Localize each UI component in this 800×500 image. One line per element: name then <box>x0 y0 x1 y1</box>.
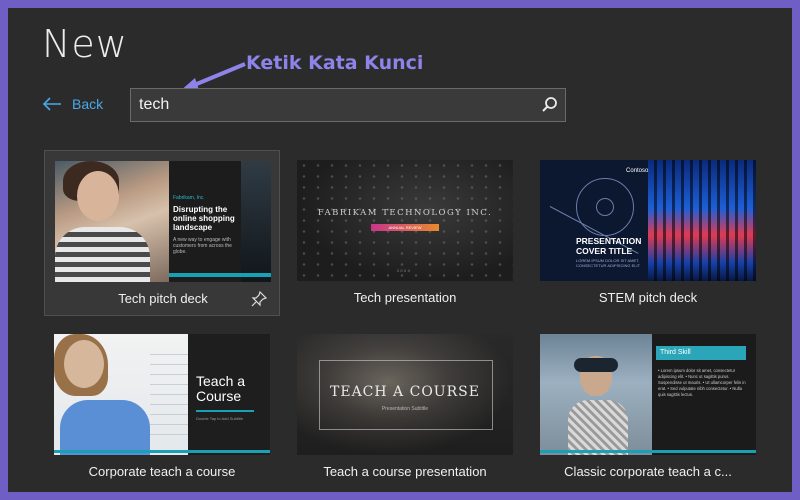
template-thumbnail: FABRIKAM TECHNOLOGY INC. ANNUAL REVIEW 2… <box>297 160 513 281</box>
page-title: New <box>42 22 128 66</box>
template-thumbnail: TEACH A COURSE Presentation Subtitle <box>297 334 513 455</box>
thumbnail-headline: Teach a Course <box>196 373 246 404</box>
template-card-corporate-teach-a-course[interactable]: Teach a Course Double Tap to Add Subtitl… <box>44 324 280 490</box>
thumbnail-photo <box>54 334 188 455</box>
template-thumbnail: Fabrikam, Inc. Disrupting the online sho… <box>55 161 271 282</box>
thumbnail-photo <box>540 334 652 455</box>
back-button[interactable]: Back <box>42 96 103 112</box>
template-label: Teach a course presentation <box>323 464 487 479</box>
search-icon[interactable] <box>541 96 559 114</box>
template-thumbnail: Contoso PRESENTATION COVER TITLE LOREM I… <box>540 160 756 281</box>
new-presentation-window: New Ketik Kata Kunci Back Fabrikam, Inc.… <box>8 8 792 492</box>
annotation-label: Ketik Kata Kunci <box>246 52 424 74</box>
thumbnail-subtitle: LOREM IPSUM DOLOR SIT AMET, CONSECTETUR … <box>576 258 641 268</box>
thumbnail-subtitle: Presentation Subtitle <box>381 406 429 412</box>
thumbnail-brand: Contoso <box>626 168 649 174</box>
template-label: Corporate teach a course <box>88 464 236 479</box>
thumbnail-photo <box>55 161 169 282</box>
template-thumbnail: Third Skill • Lorem ipsum dolor sit amet… <box>540 334 756 455</box>
back-arrow-icon <box>42 97 61 111</box>
template-card-teach-a-course-presentation[interactable]: TEACH A COURSE Presentation Subtitle Tea… <box>287 324 523 490</box>
template-card-stem-pitch-deck[interactable]: Contoso PRESENTATION COVER TITLE LOREM I… <box>530 150 766 316</box>
thumbnail-headline: PRESENTATION COVER TITLE <box>576 236 642 256</box>
pin-icon[interactable] <box>251 291 267 307</box>
thumbnail-footer: 2 0 X X <box>397 268 411 273</box>
template-card-tech-presentation[interactable]: FABRIKAM TECHNOLOGY INC. ANNUAL REVIEW 2… <box>287 150 523 316</box>
template-card-classic-corporate-teach-a-course[interactable]: Third Skill • Lorem ipsum dolor sit amet… <box>530 324 766 490</box>
thumbnail-brand: Fabrikam, Inc. <box>173 195 205 201</box>
template-label: Tech presentation <box>353 290 457 305</box>
thumbnail-body: A new way to engage with customers from … <box>173 237 232 255</box>
thumbnail-headline: TEACH A COURSE <box>330 384 480 400</box>
template-label: STEM pitch deck <box>598 290 698 305</box>
search-box <box>130 88 566 122</box>
thumbnail-headline: Third Skill <box>656 346 746 360</box>
template-label: Tech pitch deck <box>118 291 208 306</box>
back-label: Back <box>72 96 104 112</box>
thumbnail-headline: Disrupting the online shopping landscape <box>173 205 235 232</box>
thumbnail-subtitle: Double Tap to Add Subtitle <box>196 416 244 421</box>
search-input[interactable] <box>131 89 531 121</box>
template-thumbnail: Teach a Course Double Tap to Add Subtitl… <box>54 334 270 455</box>
thumbnail-bullets: • Lorem ipsum dolor sit amet, consectetu… <box>658 368 746 397</box>
thumbnail-headline: FABRIKAM TECHNOLOGY INC. <box>317 208 493 218</box>
template-card-tech-pitch-deck[interactable]: Fabrikam, Inc. Disrupting the online sho… <box>44 150 280 316</box>
thumbnail-tag: ANNUAL REVIEW <box>388 225 422 230</box>
template-label: Classic corporate teach a c... <box>564 464 732 479</box>
